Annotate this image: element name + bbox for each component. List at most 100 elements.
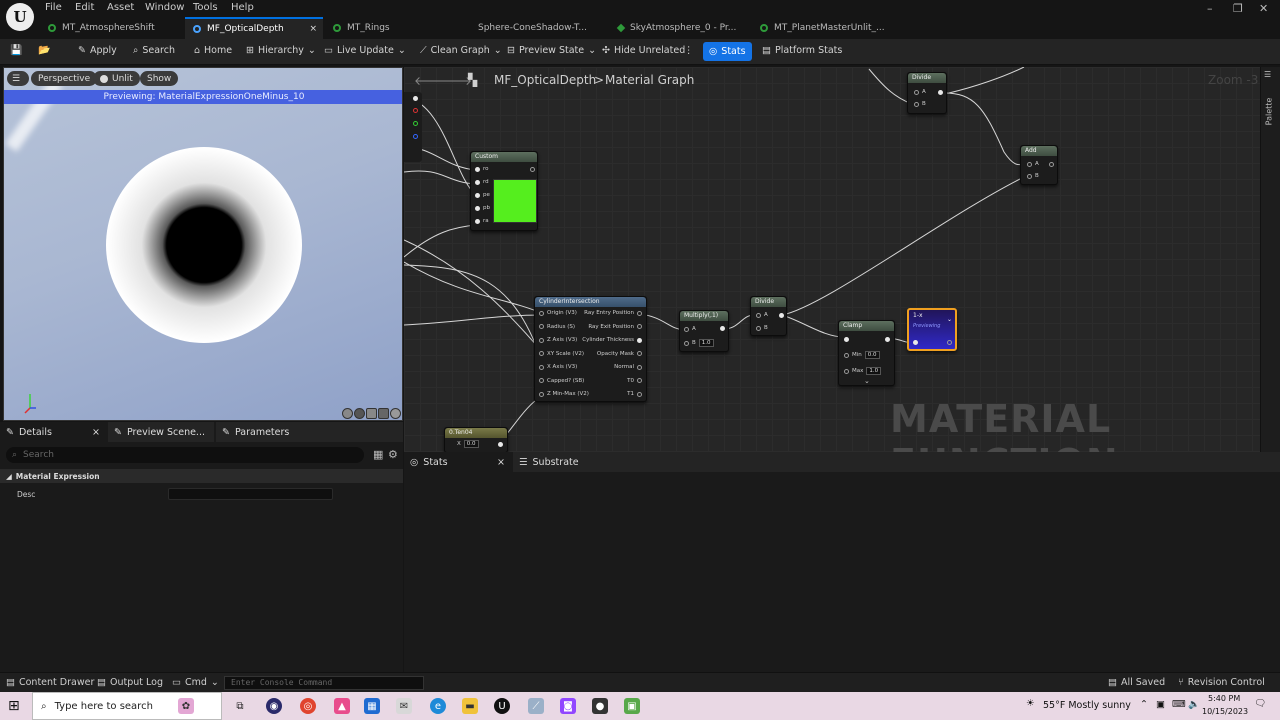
input-pin[interactable] <box>844 337 849 342</box>
tab-stats[interactable]: ◎ Stats × <box>404 452 511 472</box>
windows-store-icon[interactable]: ▦ <box>364 698 380 714</box>
app-icon-1[interactable]: ◉ <box>266 698 282 714</box>
network-icon[interactable]: ⌨ <box>1172 699 1186 710</box>
output-pin[interactable] <box>498 442 503 447</box>
task-view-icon[interactable]: ⧉ <box>232 698 248 714</box>
tab-sphere-coneshadow[interactable]: Sphere-ConeShadow-T... <box>470 17 600 39</box>
scalar-node[interactable]: 0.Ten04 X 0.0 <box>444 427 508 452</box>
output-pin[interactable] <box>530 167 535 172</box>
tab-mt-rings[interactable]: MT_Rings <box>325 17 465 39</box>
pin-ro[interactable]: ro <box>475 166 489 172</box>
divide-node-mid[interactable]: Divide A B <box>750 296 787 336</box>
menu-window[interactable]: Window <box>145 2 184 13</box>
menu-edit[interactable]: Edit <box>75 2 94 13</box>
output-pin[interactable] <box>947 340 952 345</box>
mail-icon[interactable]: ✉ <box>396 698 412 714</box>
input-x-axis[interactable]: X Axis (V3) <box>539 364 577 370</box>
output-pin[interactable] <box>885 337 890 342</box>
pin-b[interactable]: B <box>914 101 926 107</box>
platform-stats-button[interactable]: ▤ Platform Stats <box>762 45 842 56</box>
pin-rd[interactable]: rd <box>475 179 489 185</box>
volume-icon[interactable]: 🔈 <box>1188 699 1200 710</box>
material-graph[interactable]: 🡐 🡒 ▚ MF_OpticalDepth > Material Graph Z… <box>404 67 1276 452</box>
obs-icon[interactable]: ● <box>592 698 608 714</box>
x-value-input[interactable]: 0.0 <box>463 440 479 448</box>
edge-icon[interactable]: e <box>430 698 446 714</box>
details-search-input[interactable]: ⌕ Search <box>6 447 364 463</box>
clock-date[interactable]: 10/15/2023 <box>1202 707 1248 716</box>
close-tab-icon[interactable]: × <box>497 457 505 468</box>
tab-mt-atmosphereshift[interactable]: MT_AtmosphereShift <box>40 17 180 39</box>
pin-b[interactable]: B <box>756 325 768 331</box>
chrome-icon[interactable]: ◎ <box>300 698 316 714</box>
cylinder-intersection-node[interactable]: CylinderIntersection Origin (V3) Radius … <box>534 296 647 402</box>
app-icon-3[interactable]: ▲ <box>334 698 350 714</box>
hierarchy-button[interactable]: ⊞ Hierarchy ⌄ <box>246 45 316 56</box>
pin-pe[interactable]: pe <box>475 192 490 198</box>
input-z-min-max[interactable]: Z Min-Max (V2) <box>539 391 589 397</box>
input-pin[interactable] <box>913 340 918 345</box>
minimize-icon[interactable]: – <box>1207 2 1213 15</box>
file-explorer-icon[interactable]: ▬ <box>462 698 478 714</box>
pin-a[interactable]: A <box>756 312 768 318</box>
palette-sidebar[interactable]: ☰ Palette <box>1260 67 1280 452</box>
show-button[interactable]: Show <box>140 71 179 86</box>
one-minus-node[interactable]: 1-x ⌄ Previewing <box>907 308 957 351</box>
windows-start-icon[interactable]: ⊞ <box>8 698 20 714</box>
palette-menu-icon[interactable]: ☰ <box>1264 70 1271 79</box>
close-tab-icon[interactable]: × <box>309 24 317 34</box>
content-drawer-button[interactable]: ▤ Content Drawer <box>6 677 94 688</box>
viewport-menu-icon[interactable]: ☰ <box>7 71 29 86</box>
clock-time[interactable]: 5:40 PM <box>1208 694 1240 703</box>
divide-node-top[interactable]: Divide A B <box>907 72 947 114</box>
preview-viewport[interactable]: ☰ Perspective Unlit Show Previewing: Mat… <box>3 67 403 421</box>
custom-node[interactable]: Custom ro rd pe pb ra <box>470 151 538 231</box>
breadcrumb-graph[interactable]: Material Graph <box>605 73 694 87</box>
cube-mesh-icon[interactable] <box>378 408 389 419</box>
maximize-icon[interactable]: ❐ <box>1233 2 1243 15</box>
close-tab-icon[interactable]: × <box>92 427 100 438</box>
unreal-engine-icon[interactable]: U <box>494 698 510 714</box>
tab-preview-scene[interactable]: ✎ Preview Scene... <box>108 422 214 442</box>
stats-button[interactable]: ◎ Stats <box>703 42 752 61</box>
tab-details[interactable]: ✎ Details × <box>0 422 106 442</box>
pin-dot[interactable] <box>413 96 418 101</box>
menu-file[interactable]: File <box>45 2 62 13</box>
tab-mt-planetmasterunlit[interactable]: MT_PlanetMasterUnlit_... <box>752 17 902 39</box>
weather-icon[interactable]: ☀ <box>1026 698 1035 709</box>
output-pin[interactable] <box>1049 162 1054 167</box>
more-options-icon[interactable]: ⋮ <box>684 45 694 56</box>
input-origin[interactable]: Origin (V3) <box>539 310 577 316</box>
pin-b[interactable]: B 1.0 <box>684 339 714 347</box>
cylinder-mesh-icon[interactable] <box>342 408 353 419</box>
output-ray-exit[interactable]: Ray Exit Position <box>588 324 642 330</box>
pin-a[interactable]: A <box>684 326 696 332</box>
breadcrumb-function[interactable]: MF_OpticalDepth <box>494 73 596 87</box>
chevron-down-icon[interactable]: ⌄ <box>947 316 952 323</box>
pin-a[interactable]: A <box>1027 161 1039 167</box>
pin-red[interactable] <box>413 108 418 113</box>
material-expression-section[interactable]: ◢ Material Expression <box>0 469 403 483</box>
pin-a[interactable]: A <box>914 89 926 95</box>
output-opacity-mask[interactable]: Opacity Mask <box>597 351 642 357</box>
tab-substrate[interactable]: ☰ Substrate <box>513 452 1280 472</box>
custom-mesh-icon[interactable] <box>390 408 401 419</box>
plane-mesh-icon[interactable] <box>366 408 377 419</box>
unreal-logo-icon[interactable]: U <box>6 3 34 31</box>
all-saved-button[interactable]: ▤ All Saved <box>1108 677 1165 688</box>
search-highlight-icon[interactable]: ✿ <box>178 698 194 714</box>
pin-blue[interactable] <box>413 134 418 139</box>
tab-skyatmosphere[interactable]: SkyAtmosphere_0 - Pr... <box>610 17 750 39</box>
revision-control-button[interactable]: ⑂ Revision Control <box>1178 677 1265 688</box>
multiply-node[interactable]: Multiply(,1) A B 1.0 <box>679 310 729 352</box>
output-normal[interactable]: Normal <box>614 364 642 370</box>
tab-parameters[interactable]: ✎ Parameters <box>216 422 403 442</box>
pin-pb[interactable]: pb <box>475 205 490 211</box>
output-log-button[interactable]: ▤ Output Log <box>97 677 163 688</box>
output-pin[interactable] <box>720 326 725 331</box>
notifications-icon[interactable]: 🗨 <box>1254 698 1266 709</box>
desc-input[interactable] <box>168 488 333 500</box>
clamp-node[interactable]: Clamp Min 0.0 Max 1.0 ⌄ <box>838 320 895 386</box>
output-pin[interactable] <box>938 90 943 95</box>
live-update-button[interactable]: ▭ Live Update ⌄ <box>324 45 406 56</box>
